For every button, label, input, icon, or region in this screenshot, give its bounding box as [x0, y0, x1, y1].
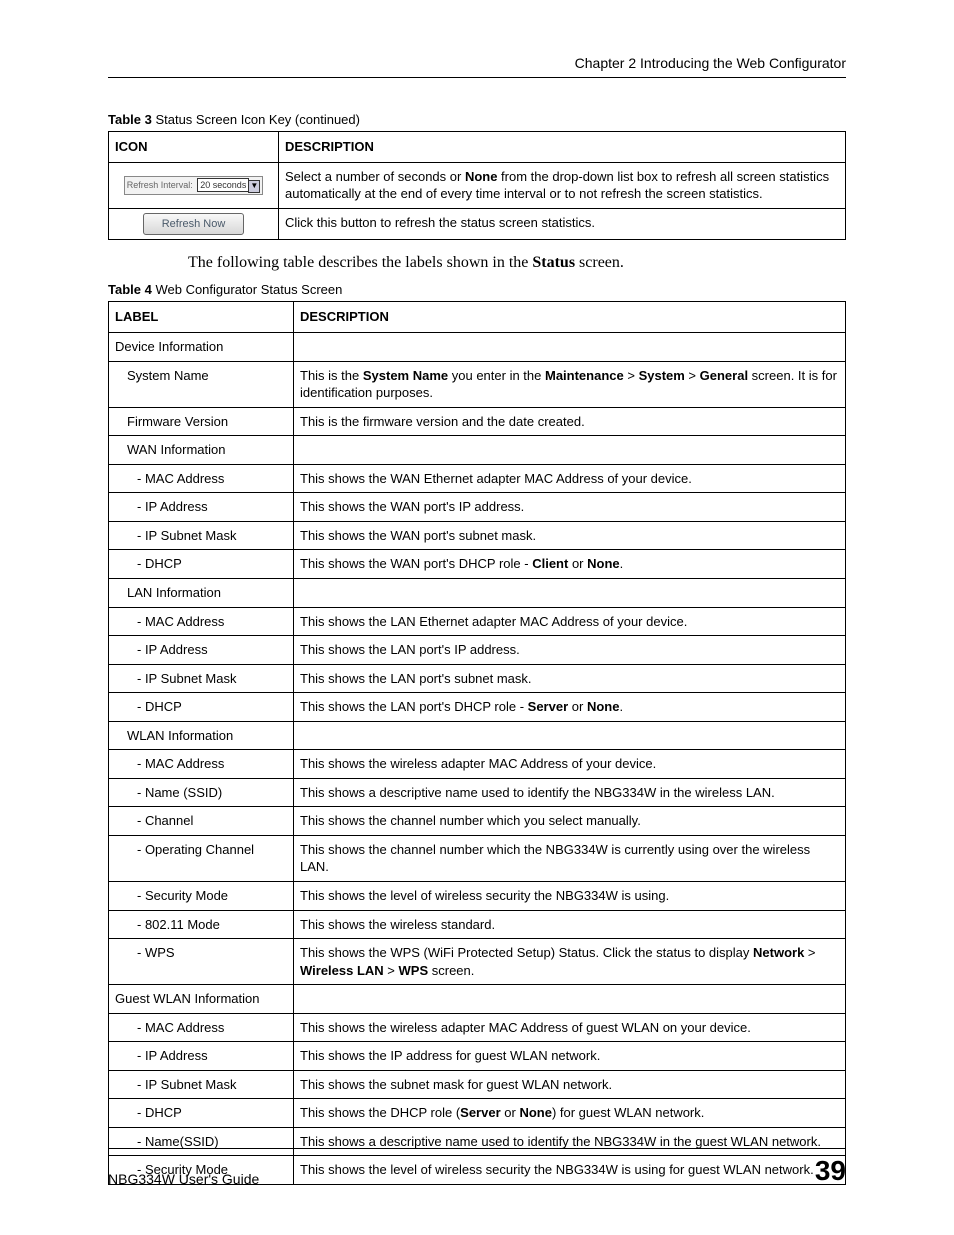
refresh-now-cell: Refresh Now — [109, 208, 279, 240]
table-row: - IP Subnet MaskThis shows the subnet ma… — [109, 1070, 846, 1099]
table-row: Guest WLAN Information — [109, 985, 846, 1014]
refresh-interval-label: Refresh Interval: — [127, 180, 193, 190]
table-row: WLAN Information — [109, 721, 846, 750]
table-row: - IP Subnet MaskThis shows the WAN port'… — [109, 521, 846, 550]
table-row: - IP AddressThis shows the IP address fo… — [109, 1042, 846, 1071]
table4-head-desc: DESCRIPTION — [294, 302, 846, 333]
table-row: - 802.11 ModeThis shows the wireless sta… — [109, 910, 846, 939]
table-row: Firmware VersionThis is the firmware ver… — [109, 407, 846, 436]
table4-caption-body: Web Configurator Status Screen — [152, 282, 343, 297]
table3-head-icon: ICON — [109, 132, 279, 163]
table3-caption-body: Status Screen Icon Key (continued) — [152, 112, 360, 127]
table-row: - IP Subnet MaskThis shows the LAN port'… — [109, 664, 846, 693]
footer: NBG334W User's Guide 39 — [108, 1148, 846, 1187]
refresh-now-button: Refresh Now — [143, 213, 245, 236]
table-row: - WPS This shows the WPS (WiFi Protected… — [109, 939, 846, 985]
table3: ICON DESCRIPTION Refresh Interval: 20 se… — [108, 131, 846, 240]
refresh-interval-value: 20 seconds — [197, 178, 249, 192]
table-row: - MAC AddressThis shows the WAN Ethernet… — [109, 464, 846, 493]
refresh-interval-cell: Refresh Interval: 20 seconds▼ — [109, 162, 279, 208]
chevron-down-icon: ▼ — [248, 180, 260, 193]
table-row: System Name This is the System Name you … — [109, 361, 846, 407]
refresh-interval-widget: Refresh Interval: 20 seconds▼ — [124, 176, 264, 195]
table4-caption: Table 4 Web Configurator Status Screen — [108, 282, 846, 297]
page-number: 39 — [815, 1155, 846, 1187]
table-row: - Name (SSID)This shows a descriptive na… — [109, 778, 846, 807]
intro-line: The following table describes the labels… — [188, 254, 846, 272]
table3-row2-desc: Click this button to refresh the status … — [279, 208, 846, 240]
table-row: - MAC AddressThis shows the LAN Ethernet… — [109, 607, 846, 636]
table3-row1-desc: Select a number of seconds or None from … — [279, 162, 846, 208]
table4-head-label: LABEL — [109, 302, 294, 333]
table-row: - ChannelThis shows the channel number w… — [109, 807, 846, 836]
table-row: - DHCP This shows the WAN port's DHCP ro… — [109, 550, 846, 579]
footer-guide-name: NBG334W User's Guide — [108, 1171, 259, 1187]
table-row: - IP AddressThis shows the WAN port's IP… — [109, 493, 846, 522]
table-row: Refresh Interval: 20 seconds▼ Select a n… — [109, 162, 846, 208]
table4: LABEL DESCRIPTION Device Information Sys… — [108, 301, 846, 1185]
table4-caption-prefix: Table 4 — [108, 282, 152, 297]
table-row: - MAC AddressThis shows the wireless ada… — [109, 1013, 846, 1042]
table3-caption-prefix: Table 3 — [108, 112, 152, 127]
table-row: LAN Information — [109, 578, 846, 607]
table-row: ICON DESCRIPTION — [109, 132, 846, 163]
chapter-header: Chapter 2 Introducing the Web Configurat… — [108, 55, 846, 78]
table-row: - Operating ChannelThis shows the channe… — [109, 835, 846, 881]
table-row: Refresh Now Click this button to refresh… — [109, 208, 846, 240]
table3-head-desc: DESCRIPTION — [279, 132, 846, 163]
table-row: - DHCP This shows the DHCP role (Server … — [109, 1099, 846, 1128]
table-row: - Security ModeThis shows the level of w… — [109, 881, 846, 910]
table-row: - DHCP This shows the LAN port's DHCP ro… — [109, 693, 846, 722]
table-row: - IP AddressThis shows the LAN port's IP… — [109, 636, 846, 665]
table-row: WAN Information — [109, 436, 846, 465]
table-row: - MAC AddressThis shows the wireless ada… — [109, 750, 846, 779]
table-row: Device Information — [109, 333, 846, 362]
table-row: LABEL DESCRIPTION — [109, 302, 846, 333]
table3-caption: Table 3 Status Screen Icon Key (continue… — [108, 112, 846, 127]
page: Chapter 2 Introducing the Web Configurat… — [0, 0, 954, 1235]
